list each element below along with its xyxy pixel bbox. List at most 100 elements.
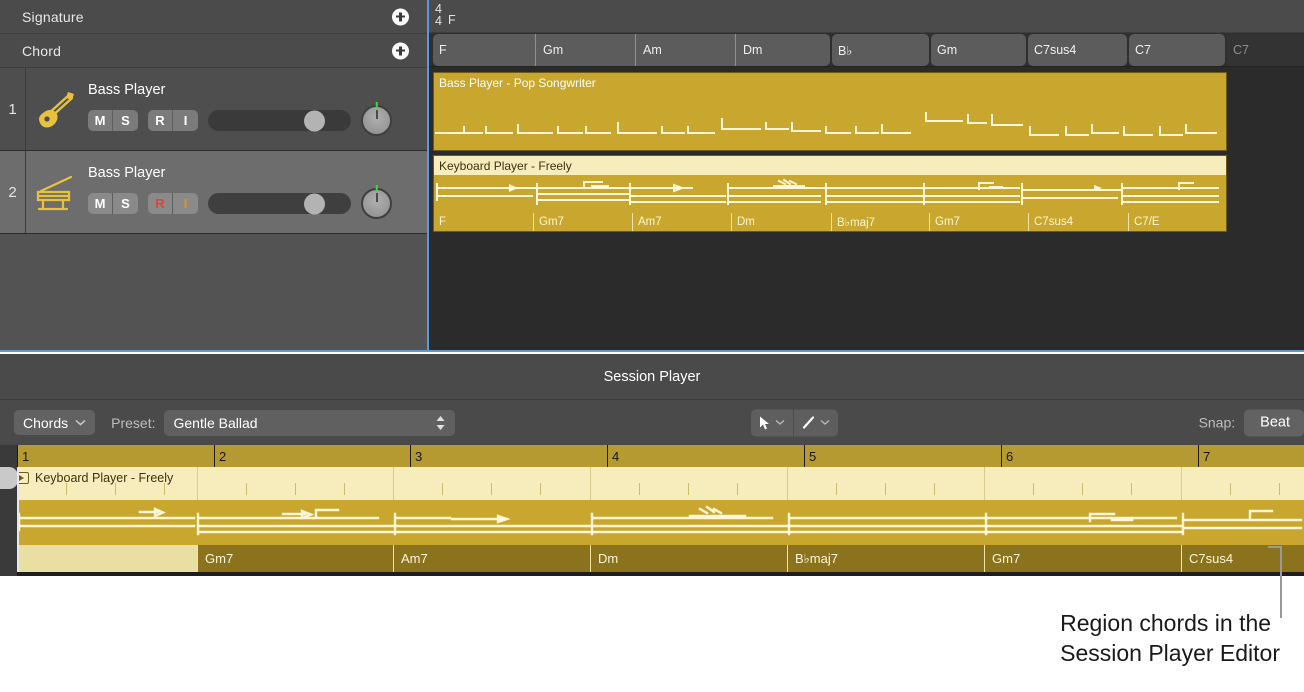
chord-cell-c7[interactable]: C7 <box>1129 34 1225 66</box>
chord-cell-group-1[interactable]: F Gm Am Dm <box>433 34 830 66</box>
volume-thumb-2[interactable] <box>304 193 325 214</box>
editor-performance-notation <box>0 500 1304 545</box>
snap-label: Snap: <box>1199 415 1236 431</box>
volume-slider-1[interactable] <box>208 110 351 131</box>
bar-line-7 <box>1181 467 1182 500</box>
chord-symbol-f[interactable]: F <box>433 34 535 66</box>
editor-chord-gm7-2[interactable]: Gm7 <box>984 545 1181 572</box>
track-header-1[interactable]: 1 Bass Player <box>0 68 427 151</box>
track-1-body: Bass Player M S R I <box>82 68 427 150</box>
arrange-area: Signature Chord 1 <box>0 0 1304 352</box>
track-header-2[interactable]: 2 Bass Player <box>0 151 427 234</box>
beat-tick <box>1082 483 1083 495</box>
editor-region-name-row: Keyboard Player - Freely <box>14 471 173 485</box>
editor-chord-dm[interactable]: Dm <box>590 545 787 572</box>
solo-button-2[interactable]: S <box>113 193 138 214</box>
editor-ruler[interactable]: 1 2 3 4 5 6 7 <box>0 445 1304 467</box>
editor-chord-c7sus4[interactable]: C7sus4 <box>1181 545 1304 572</box>
region-chord-0[interactable]: F <box>434 213 533 231</box>
track-number-1: 1 <box>0 68 26 150</box>
key-signature-label: F <box>448 13 456 28</box>
bar-marker-1: 1 <box>17 445 29 467</box>
stepper-icon[interactable] <box>435 415 446 431</box>
add-chord-icon[interactable] <box>392 42 409 59</box>
chevron-down-icon <box>775 420 785 426</box>
region-chord-3[interactable]: Dm <box>731 213 831 231</box>
preset-label: Preset: <box>111 415 155 431</box>
playhead[interactable] <box>17 467 19 572</box>
signature-track-lane[interactable]: 4 4 F <box>429 0 1304 33</box>
editor-region-lane[interactable]: Keyboard Player - Freely <box>0 467 1304 572</box>
pointer-tool-button[interactable] <box>751 409 794 436</box>
chord-cell-bb[interactable]: B♭ <box>832 34 929 66</box>
global-track-chord[interactable]: Chord <box>0 34 427 68</box>
input-button-1[interactable]: I <box>173 110 198 131</box>
chord-cell-c7-dimmed[interactable]: C7 <box>1227 34 1304 66</box>
editor-chord-f[interactable]: F <box>0 545 197 572</box>
chord-symbol-gm[interactable]: Gm <box>535 34 635 66</box>
editor-region-name: Keyboard Player - Freely <box>35 471 173 485</box>
region-chord-6[interactable]: C7sus4 <box>1028 213 1128 231</box>
pan-indicator-1 <box>375 102 378 108</box>
bar-line-5 <box>787 467 788 500</box>
chord-track-lane[interactable]: F Gm Am Dm B♭ Gm C7sus4 C7 C7 <box>429 33 1304 67</box>
chord-symbol-dm[interactable]: Dm <box>735 34 830 66</box>
track-name-1[interactable]: Bass Player <box>88 82 427 98</box>
chords-mode-button[interactable]: Chords <box>14 410 95 435</box>
chord-cell-gm-2[interactable]: Gm <box>931 34 1026 66</box>
bar-line-6 <box>984 467 985 500</box>
editor-chord-gm7[interactable]: Gm7 <box>197 545 393 572</box>
input-button-2[interactable]: I <box>173 193 198 214</box>
beat-tick <box>540 483 541 495</box>
chord-cell-c7sus4[interactable]: C7sus4 <box>1028 34 1127 66</box>
bar-marker-4: 4 <box>607 445 619 467</box>
keyboard-performance-notation <box>434 176 1227 214</box>
mute-button-2[interactable]: M <box>88 193 113 214</box>
beat-tick <box>1033 483 1034 495</box>
preset-select[interactable]: Gentle Ballad <box>164 410 455 436</box>
region-bass-player[interactable]: Bass Player - Pop Songwriter <box>433 72 1227 151</box>
region-chord-4[interactable]: B♭maj7 <box>831 213 929 231</box>
beat-tick <box>737 483 738 495</box>
caption-area: Region chords in the Session Player Edit… <box>0 576 1304 692</box>
chord-symbol-am[interactable]: Am <box>635 34 735 66</box>
global-track-signature[interactable]: Signature <box>0 0 427 34</box>
record-button-2[interactable]: R <box>148 193 173 214</box>
arrow-cursor-icon <box>759 415 770 430</box>
track-number-2: 2 <box>0 151 26 233</box>
pencil-icon <box>802 416 815 430</box>
region-title-keyboard: Keyboard Player - Freely <box>434 156 1226 175</box>
record-input-group-1: R I <box>148 110 198 131</box>
pan-knob-1[interactable] <box>361 105 392 136</box>
editor-toolbar: Chords Preset: Gentle Ballad <box>0 400 1304 445</box>
beat-tick <box>639 483 640 495</box>
pan-knob-2[interactable] <box>361 188 392 219</box>
region-drag-handle[interactable] <box>0 467 18 489</box>
region-chord-7[interactable]: C7/E <box>1128 213 1226 231</box>
volume-thumb-1[interactable] <box>304 110 325 131</box>
track-name-2[interactable]: Bass Player <box>88 165 427 181</box>
region-chord-2[interactable]: Am7 <box>632 213 731 231</box>
beat-tick <box>688 483 689 495</box>
beat-tick <box>344 483 345 495</box>
time-signature-display[interactable]: 4 4 F <box>429 4 456 28</box>
chevron-down-icon <box>820 420 830 426</box>
add-signature-icon[interactable] <box>392 8 409 25</box>
region-keyboard-player[interactable]: Keyboard Player - Freely <box>433 155 1227 232</box>
snap-value[interactable]: Beat <box>1244 409 1304 436</box>
track-2-body: Bass Player M S R I <box>82 151 427 233</box>
region-chord-5[interactable]: Gm7 <box>929 213 1028 231</box>
editor-chord-bbmaj7[interactable]: B♭maj7 <box>787 545 984 572</box>
beat-tick <box>934 483 935 495</box>
beat-tick <box>1230 483 1231 495</box>
region-chord-1[interactable]: Gm7 <box>533 213 632 231</box>
time-signature-fraction: 4 4 <box>435 4 442 28</box>
record-button-1[interactable]: R <box>148 110 173 131</box>
editor-performance-band[interactable] <box>0 500 1304 545</box>
pencil-tool-button[interactable] <box>794 409 838 436</box>
solo-button-1[interactable]: S <box>113 110 138 131</box>
volume-slider-2[interactable] <box>208 193 351 214</box>
region-title-bass: Bass Player - Pop Songwriter <box>434 73 1226 92</box>
editor-chord-am7[interactable]: Am7 <box>393 545 590 572</box>
mute-button-1[interactable]: M <box>88 110 113 131</box>
